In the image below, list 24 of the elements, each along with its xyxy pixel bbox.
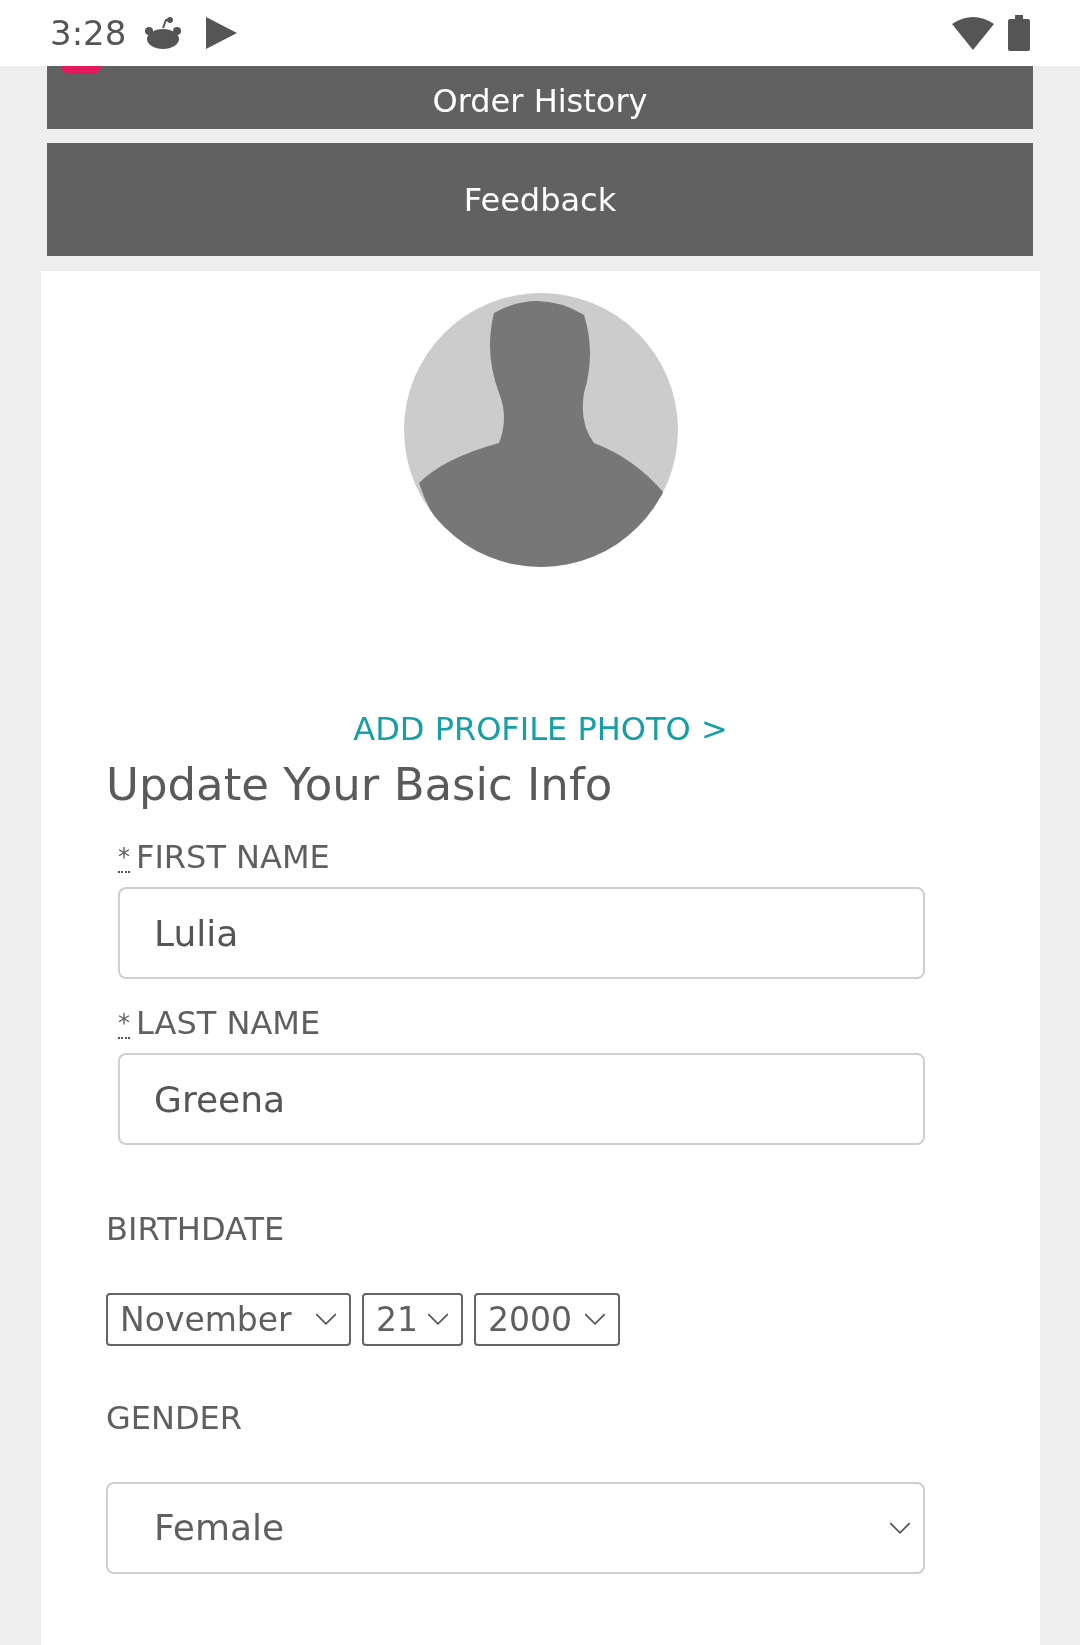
date-select[interactable]: November [106,1293,351,1347]
date-select[interactable]: 21 [362,1293,463,1347]
chevron-down-icon [584,1313,606,1327]
text-field[interactable]: Greena [118,1053,925,1146]
play-icon [204,16,239,50]
gender-select[interactable]: Female [106,1482,925,1575]
robot-icon [144,16,183,50]
wifi-icon [952,16,994,50]
battery-icon [1008,15,1030,51]
field-label: LAST NAME [136,1007,321,1040]
menu-button[interactable]: Feedback [47,143,1033,256]
required-mark: * [118,845,130,874]
required-mark: * [118,1011,130,1040]
field-label: BIRTHDATE [106,1209,286,1251]
menu-button[interactable]: Order History [47,66,1033,129]
chevron-down-icon [889,1521,911,1535]
status-time: 3:28 [50,11,127,55]
text-field[interactable]: Lulia [118,887,925,980]
date-select[interactable]: 2000 [474,1293,620,1347]
section-heading: Update Your Basic Info [106,757,614,813]
field-label: GENDER [106,1398,244,1440]
chevron-down-icon [315,1313,337,1327]
field-label: FIRST NAME [136,841,330,874]
chevron-down-icon [427,1313,449,1327]
